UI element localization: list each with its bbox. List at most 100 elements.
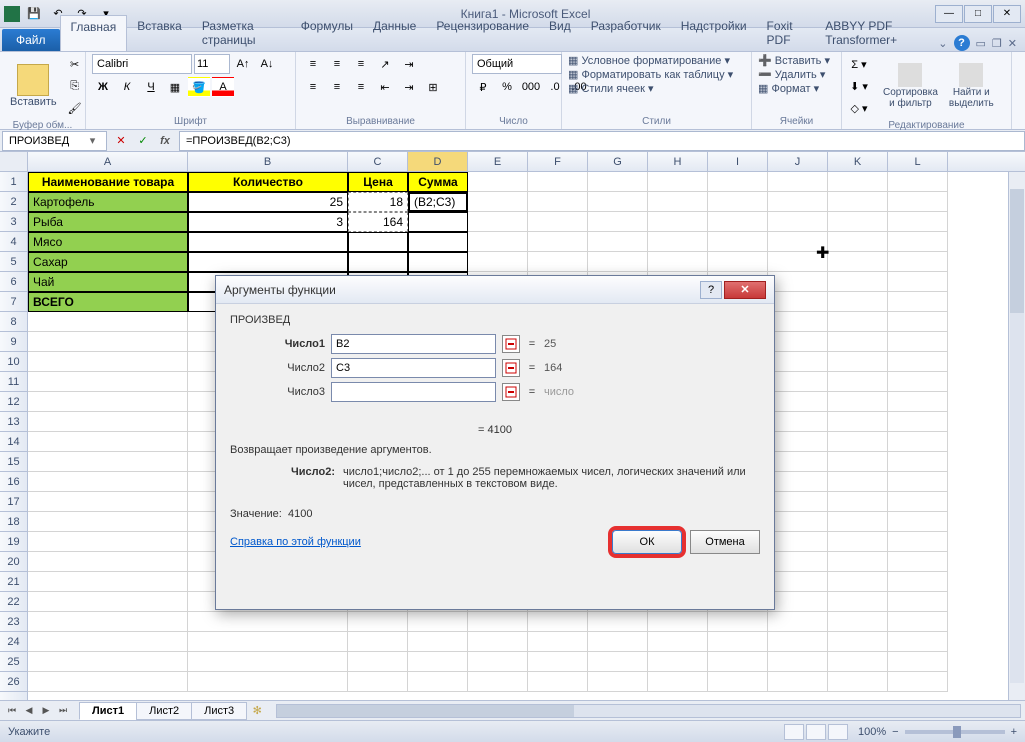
cell-C5[interactable] [348, 252, 408, 272]
cell-J13[interactable] [768, 412, 828, 432]
sheet-tab-1[interactable]: Лист2 [136, 702, 192, 720]
cell-D4[interactable] [408, 232, 468, 252]
cell-K5[interactable] [828, 252, 888, 272]
cell-A8[interactable] [28, 312, 188, 332]
clear-icon[interactable]: ◇ ▾ [848, 98, 870, 118]
cell-K10[interactable] [828, 352, 888, 372]
conditional-formatting-button[interactable]: ▦ Условное форматирование ▾ [568, 54, 730, 67]
sort-filter-button[interactable]: Сортировка и фильтр [879, 61, 942, 111]
cell-F25[interactable] [528, 652, 588, 672]
cell-A3[interactable]: Рыба [28, 212, 188, 232]
cell-G26[interactable] [588, 672, 648, 692]
cell-E24[interactable] [468, 632, 528, 652]
cell-K16[interactable] [828, 472, 888, 492]
cell-A4[interactable]: Мясо [28, 232, 188, 252]
row-header-24[interactable]: 24 [0, 632, 27, 652]
cell-C25[interactable] [348, 652, 408, 672]
cell-H25[interactable] [648, 652, 708, 672]
cell-J9[interactable] [768, 332, 828, 352]
cell-E23[interactable] [468, 612, 528, 632]
bold-button[interactable]: Ж [92, 77, 114, 97]
ribbon-tab-4[interactable]: Данные [363, 15, 426, 51]
cell-E3[interactable] [468, 212, 528, 232]
row-header-17[interactable]: 17 [0, 492, 27, 512]
cell-J25[interactable] [768, 652, 828, 672]
cell-C4[interactable] [348, 232, 408, 252]
row-header-25[interactable]: 25 [0, 652, 27, 672]
row-header-5[interactable]: 5 [0, 252, 27, 272]
formula-cancel-icon[interactable]: ✕ [111, 132, 131, 150]
cell-D3[interactable] [408, 212, 468, 232]
align-center-icon[interactable]: ≡ [326, 77, 348, 97]
cell-L22[interactable] [888, 592, 948, 612]
sheet-nav-next-icon[interactable]: ▶ [38, 703, 54, 719]
cell-K17[interactable] [828, 492, 888, 512]
font-size-select[interactable] [194, 54, 230, 74]
delete-cells-button[interactable]: ➖ Удалить ▾ [758, 68, 825, 81]
col-header-H[interactable]: H [648, 152, 708, 171]
cell-G5[interactable] [588, 252, 648, 272]
row-header-11[interactable]: 11 [0, 372, 27, 392]
cell-J11[interactable] [768, 372, 828, 392]
cell-E2[interactable] [468, 192, 528, 212]
row-header-20[interactable]: 20 [0, 552, 27, 572]
number-format-select[interactable] [472, 54, 562, 74]
col-header-D[interactable]: D [408, 152, 468, 171]
cell-G25[interactable] [588, 652, 648, 672]
formula-accept-icon[interactable]: ✓ [133, 132, 153, 150]
zoom-slider[interactable] [905, 730, 1005, 734]
dialog-titlebar[interactable]: Аргументы функции ? ✕ [216, 276, 774, 304]
cell-K25[interactable] [828, 652, 888, 672]
cell-J24[interactable] [768, 632, 828, 652]
dialog-help-link[interactable]: Справка по этой функции [230, 536, 361, 548]
cell-G23[interactable] [588, 612, 648, 632]
cell-H1[interactable] [648, 172, 708, 192]
minimize-button[interactable]: — [935, 5, 963, 23]
cell-A5[interactable]: Сахар [28, 252, 188, 272]
cell-G1[interactable] [588, 172, 648, 192]
cell-F4[interactable] [528, 232, 588, 252]
cell-G2[interactable] [588, 192, 648, 212]
find-select-button[interactable]: Найти и выделить [945, 61, 998, 111]
cell-F26[interactable] [528, 672, 588, 692]
cell-J14[interactable] [768, 432, 828, 452]
qat-save-icon[interactable]: 💾 [24, 4, 44, 24]
cell-E26[interactable] [468, 672, 528, 692]
cell-K14[interactable] [828, 432, 888, 452]
col-header-A[interactable]: A [28, 152, 188, 171]
cell-J17[interactable] [768, 492, 828, 512]
ribbon-minimize-icon[interactable]: ⌄ [938, 37, 947, 50]
cell-K24[interactable] [828, 632, 888, 652]
cell-I3[interactable] [708, 212, 768, 232]
cell-C24[interactable] [348, 632, 408, 652]
increase-indent-icon[interactable]: ⇥ [398, 77, 420, 97]
sheet-tab-2[interactable]: Лист3 [191, 702, 247, 720]
cell-J23[interactable] [768, 612, 828, 632]
cell-C3[interactable]: 164 [348, 212, 408, 232]
vertical-scrollbar[interactable] [1008, 172, 1025, 700]
cell-F24[interactable] [528, 632, 588, 652]
dialog-help-button[interactable]: ? [700, 281, 722, 299]
cell-L1[interactable] [888, 172, 948, 192]
zoom-level[interactable]: 100% [858, 726, 886, 738]
orientation-icon[interactable]: ↗ [374, 54, 396, 74]
cell-K7[interactable] [828, 292, 888, 312]
align-bottom-icon[interactable]: ≡ [350, 54, 372, 74]
format-as-table-button[interactable]: ▦ Форматировать как таблицу ▾ [568, 68, 733, 81]
row-header-10[interactable]: 10 [0, 352, 27, 372]
cell-A26[interactable] [28, 672, 188, 692]
cell-J6[interactable] [768, 272, 828, 292]
paste-button[interactable]: Вставить [6, 62, 61, 110]
cell-B23[interactable] [188, 612, 348, 632]
row-header-21[interactable]: 21 [0, 572, 27, 592]
cell-J4[interactable] [768, 232, 828, 252]
fill-color-icon[interactable]: 🪣 [188, 77, 210, 97]
ribbon-tab-3[interactable]: Формулы [291, 15, 363, 51]
cell-K15[interactable] [828, 452, 888, 472]
cell-D25[interactable] [408, 652, 468, 672]
cell-L14[interactable] [888, 432, 948, 452]
cell-K20[interactable] [828, 552, 888, 572]
cell-I26[interactable] [708, 672, 768, 692]
cell-A13[interactable] [28, 412, 188, 432]
ribbon-tab-5[interactable]: Рецензирование [426, 15, 539, 51]
